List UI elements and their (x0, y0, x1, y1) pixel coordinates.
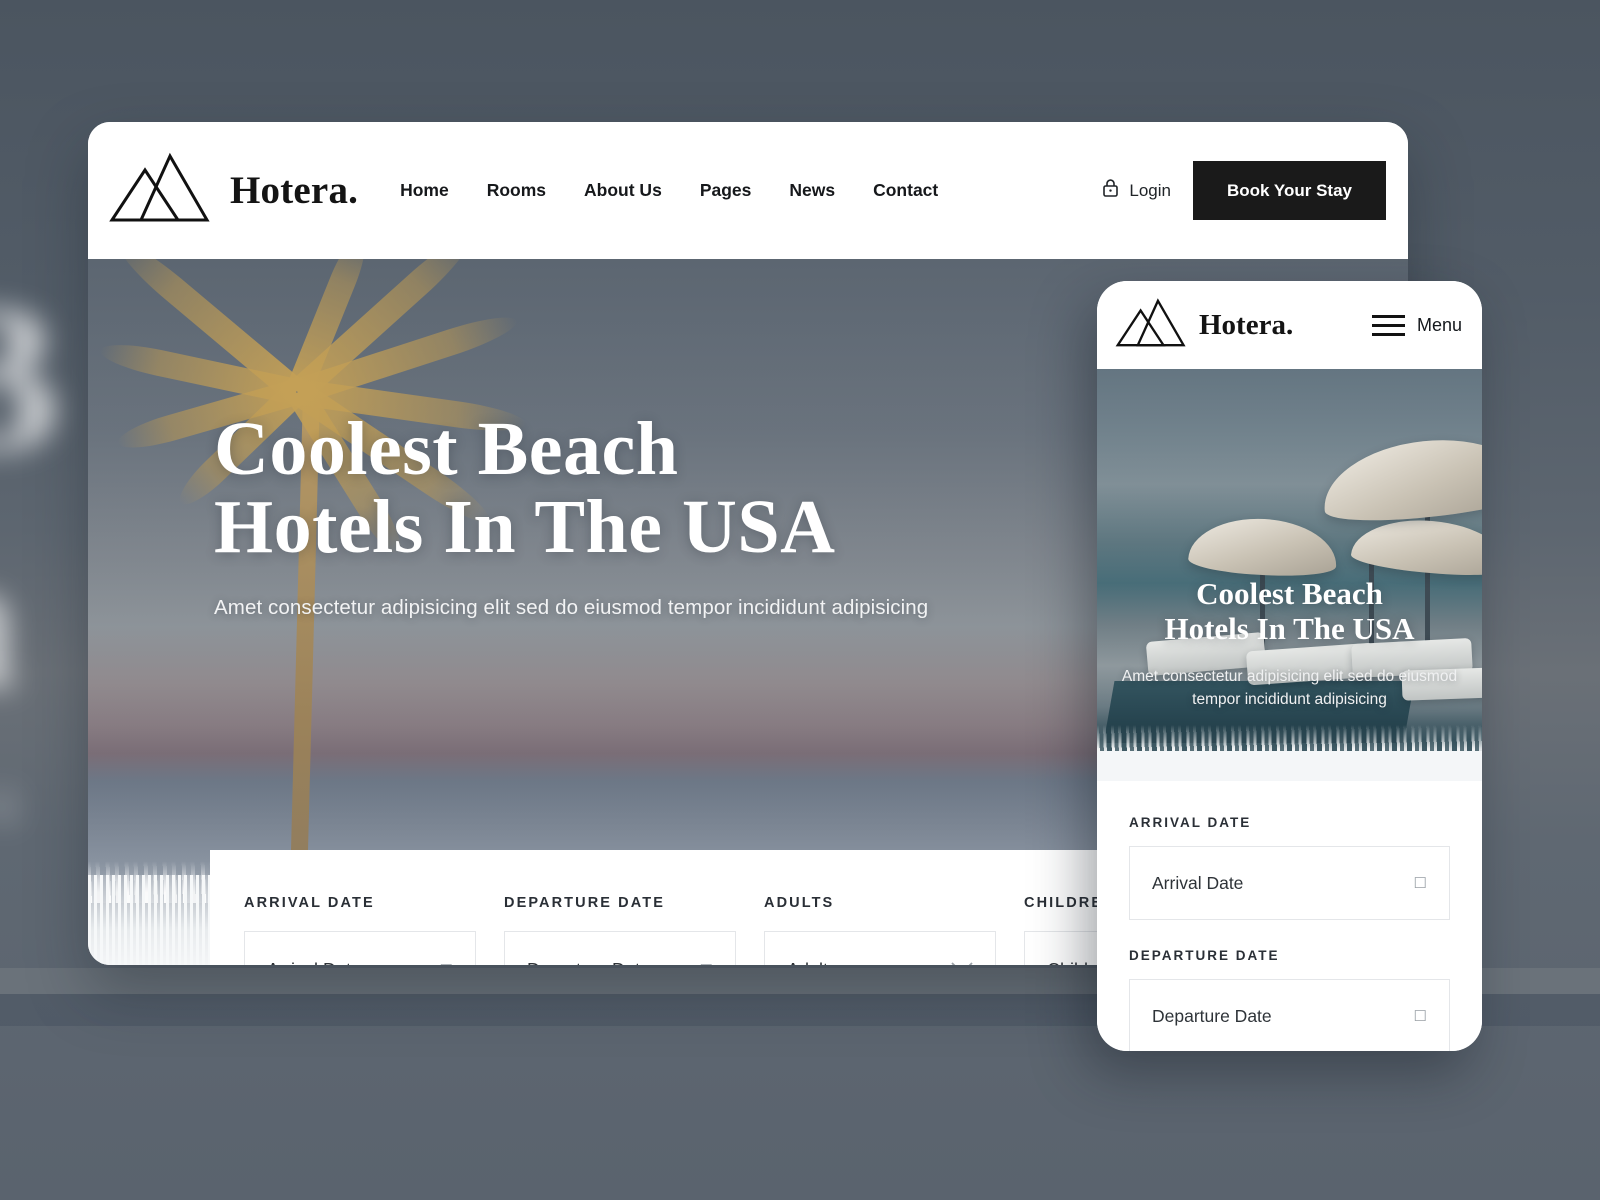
brand-name: Hotera. (230, 169, 359, 212)
calendar-icon[interactable]: ☐ (440, 963, 453, 966)
mobile-menu-label: Menu (1416, 314, 1462, 335)
mobile-menu-button[interactable]: Menu (1371, 314, 1462, 336)
login-label: Login (1129, 180, 1171, 200)
mobile-header: Hotera. Menu (1097, 281, 1482, 369)
input-placeholder: Adults (787, 960, 951, 966)
chevron-down-icon[interactable] (951, 962, 973, 965)
hero-title-line-1: Coolest Beach (214, 407, 679, 491)
mobile-sand-edge (1097, 751, 1482, 781)
field-adults: ADULTS Adults (764, 895, 996, 965)
mobile-hero-title-line-1: Coolest Beach (1196, 576, 1383, 611)
mobile-brand-name: Hotera. (1199, 308, 1294, 341)
mobile-booking-form: ARRIVAL DATE Arrival Date ☐ DEPARTURE DA… (1097, 781, 1482, 1051)
field-departure-date: DEPARTURE DATE Departure Date ☐ (504, 895, 736, 965)
input-placeholder: Arrival Date (1152, 872, 1244, 893)
login-link[interactable]: Login (1102, 178, 1171, 203)
calendar-icon[interactable]: ☐ (700, 963, 713, 966)
calendar-icon[interactable]: ☐ (1414, 876, 1427, 891)
field-label: ADULTS (764, 895, 835, 911)
book-your-stay-button[interactable]: Book Your Stay (1192, 161, 1386, 220)
arrival-date-input[interactable]: Arrival Date ☐ (244, 931, 476, 965)
calendar-icon[interactable]: ☐ (1414, 1009, 1427, 1024)
lock-icon (1102, 178, 1119, 203)
hero-copy: Coolest Beach Hotels In The USA Amet con… (214, 410, 1114, 620)
header-actions: Login Book Your Stay (1102, 161, 1390, 220)
hero-title-line-2: Hotels In The USA (214, 484, 836, 569)
mobile-hero-title-line-2: Hotels In The USA (1164, 610, 1415, 646)
desktop-header: Hotera. Home Rooms About Us Pages News C… (88, 122, 1408, 259)
nav-item-pages[interactable]: Pages (700, 180, 752, 201)
mobile-hero-copy: Coolest Beach Hotels In The USA Amet con… (1097, 576, 1482, 711)
mobile-hero-title: Coolest Beach Hotels In The USA (1113, 576, 1466, 646)
brand-logo[interactable]: Hotera. (108, 152, 358, 229)
field-arrival-date: ARRIVAL DATE Arrival Date ☐ (244, 895, 476, 965)
nav-item-about-us[interactable]: About Us (584, 180, 662, 201)
field-label: ARRIVAL DATE (1129, 815, 1252, 830)
mountain-logo-icon (108, 152, 212, 229)
nav-item-rooms[interactable]: Rooms (487, 180, 546, 201)
mobile-arrival-date-input[interactable]: Arrival Date ☐ (1129, 846, 1450, 920)
departure-date-input[interactable]: Departure Date ☐ (504, 931, 736, 965)
nav-item-home[interactable]: Home (400, 180, 449, 201)
field-label: DEPARTURE DATE (504, 895, 665, 911)
nav-item-contact[interactable]: Contact (873, 180, 938, 201)
mobile-phone-mockup: Hotera. Menu Coolest Beach Hotels In The… (1097, 281, 1482, 1051)
hamburger-icon[interactable] (1371, 314, 1405, 336)
mobile-field-departure-date: DEPARTURE DATE Departure Date ☐ (1129, 948, 1450, 1051)
mobile-hero-subtitle: Amet consectetur adipisicing elit sed do… (1121, 668, 1458, 708)
backdrop-letter: B (0, 270, 61, 485)
hero-subtitle: Amet consectetur adipisicing elit sed do… (214, 596, 929, 620)
mobile-departure-date-input[interactable]: Departure Date ☐ (1129, 979, 1450, 1051)
field-label: DEPARTURE DATE (1129, 948, 1280, 963)
backdrop-letter: n (0, 525, 18, 720)
mobile-hero: Coolest Beach Hotels In The USA Amet con… (1097, 369, 1482, 781)
mobile-brand-logo[interactable]: Hotera. (1115, 297, 1294, 353)
input-placeholder: Departure Date (1152, 1005, 1272, 1026)
desktop-nav: Home Rooms About Us Pages News Contact (400, 180, 938, 201)
input-placeholder: Arrival Date (267, 960, 440, 966)
backdrop-letter: ed c (0, 771, 20, 834)
input-placeholder: Departure Date (527, 960, 700, 966)
adults-select[interactable]: Adults (764, 931, 996, 965)
nav-item-news[interactable]: News (789, 180, 835, 201)
mountain-logo-icon (1115, 297, 1187, 353)
field-label: ARRIVAL DATE (244, 895, 375, 911)
mobile-field-arrival-date: ARRIVAL DATE Arrival Date ☐ (1129, 815, 1450, 920)
hero-title: Coolest Beach Hotels In The USA (214, 410, 1114, 569)
